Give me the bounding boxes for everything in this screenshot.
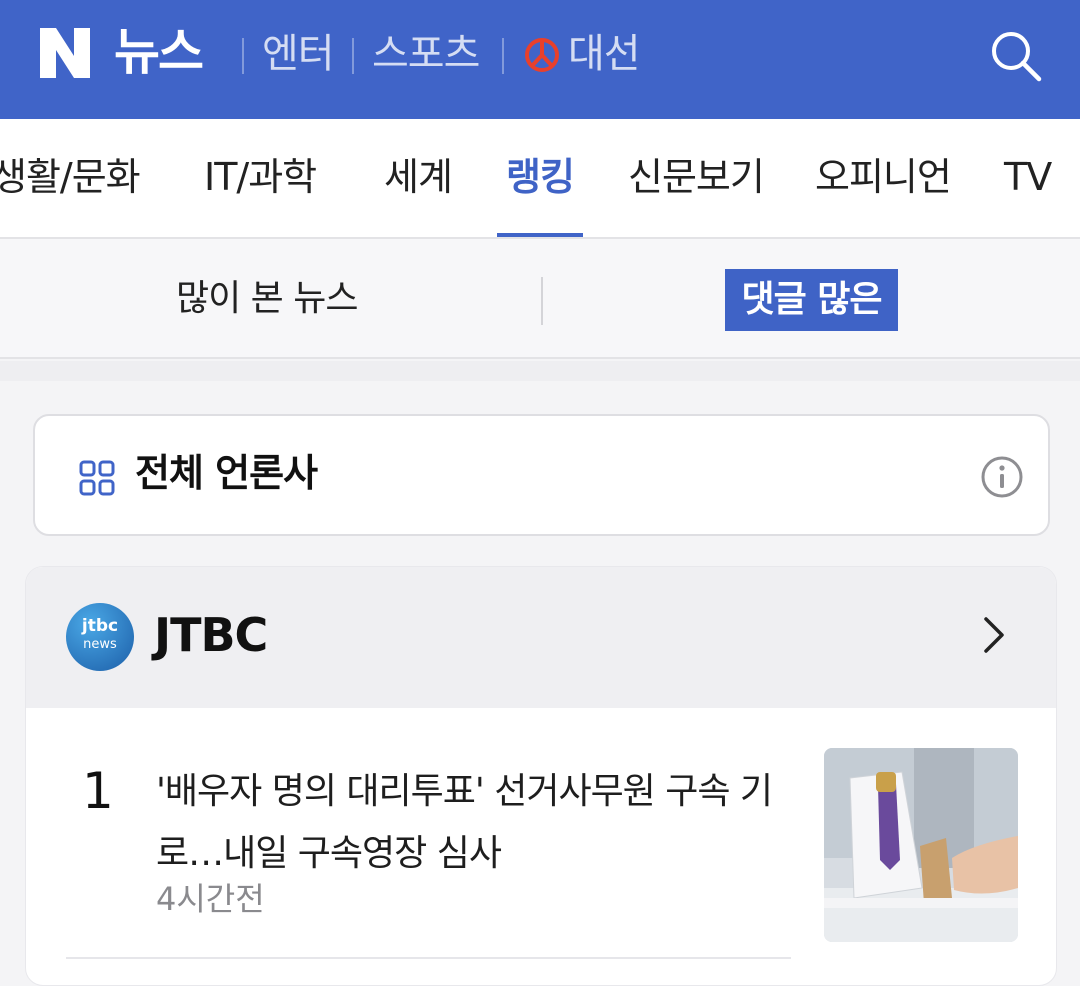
top-header: 뉴스 엔터 스포츠 대선 bbox=[0, 0, 1080, 119]
news-brand-title[interactable]: 뉴스 bbox=[114, 24, 204, 80]
article-time: 4시간전 bbox=[156, 880, 265, 918]
row-divider bbox=[66, 957, 791, 959]
subtab-most-viewed[interactable]: 많이 본 뉴스 bbox=[176, 277, 358, 321]
tab-world[interactable]: 세계 bbox=[384, 154, 453, 200]
article-thumbnail[interactable] bbox=[824, 748, 1018, 942]
category-tab-bar: 생활/문화 IT/과학 세계 랭킹 신문보기 오피니언 TV bbox=[0, 119, 1080, 239]
naver-n-logo-icon[interactable] bbox=[38, 26, 92, 80]
press-filter-box[interactable]: 전체 언론사 bbox=[33, 414, 1050, 536]
tab-ranking[interactable]: 랭킹 bbox=[506, 154, 575, 200]
press-card-header[interactable]: jtbc news JTBC bbox=[26, 567, 1056, 708]
jtbc-logo-text: jtbc bbox=[81, 616, 119, 636]
chevron-right-icon[interactable] bbox=[978, 613, 1010, 657]
tab-opinion[interactable]: 오피니언 bbox=[815, 154, 952, 200]
jtbc-logo-subtext: news bbox=[83, 637, 117, 652]
tab-life-culture[interactable]: 생활/문화 bbox=[0, 154, 141, 200]
grid-icon bbox=[79, 460, 115, 496]
info-icon[interactable] bbox=[979, 454, 1025, 500]
header-divider bbox=[242, 38, 244, 74]
header-link-election[interactable]: 대선 bbox=[568, 30, 641, 78]
header-link-entertainment[interactable]: 엔터 bbox=[262, 30, 335, 78]
search-icon[interactable] bbox=[988, 28, 1044, 84]
active-tab-indicator bbox=[497, 233, 583, 237]
tab-it-science[interactable]: IT/과학 bbox=[204, 154, 317, 200]
subtab-divider bbox=[541, 277, 543, 325]
jtbc-logo: jtbc news bbox=[66, 603, 134, 671]
tab-newspaper[interactable]: 신문보기 bbox=[628, 154, 765, 200]
press-filter-label: 전체 언론사 bbox=[135, 451, 318, 495]
header-link-sports[interactable]: 스포츠 bbox=[372, 30, 480, 78]
subtab-most-commented[interactable]: 댓글 많은 bbox=[725, 269, 898, 331]
tab-tv[interactable]: TV bbox=[1004, 154, 1052, 200]
header-divider bbox=[352, 38, 354, 74]
election-icon bbox=[525, 38, 559, 72]
section-gap bbox=[0, 361, 1080, 381]
article-rank: 1 bbox=[82, 762, 114, 820]
article-headline[interactable]: '배우자 명의 대리투표' 선거사무원 구속 기로…내일 구속영장 심사 bbox=[156, 761, 781, 885]
press-ranking-card: jtbc news JTBC 1 '배우자 명의 대리투표' 선거사무원 구속 … bbox=[25, 566, 1057, 986]
ranking-subtabs: 많이 본 뉴스 댓글 많은 bbox=[0, 239, 1080, 359]
header-divider bbox=[502, 38, 504, 74]
press-name: JTBC bbox=[154, 608, 268, 662]
